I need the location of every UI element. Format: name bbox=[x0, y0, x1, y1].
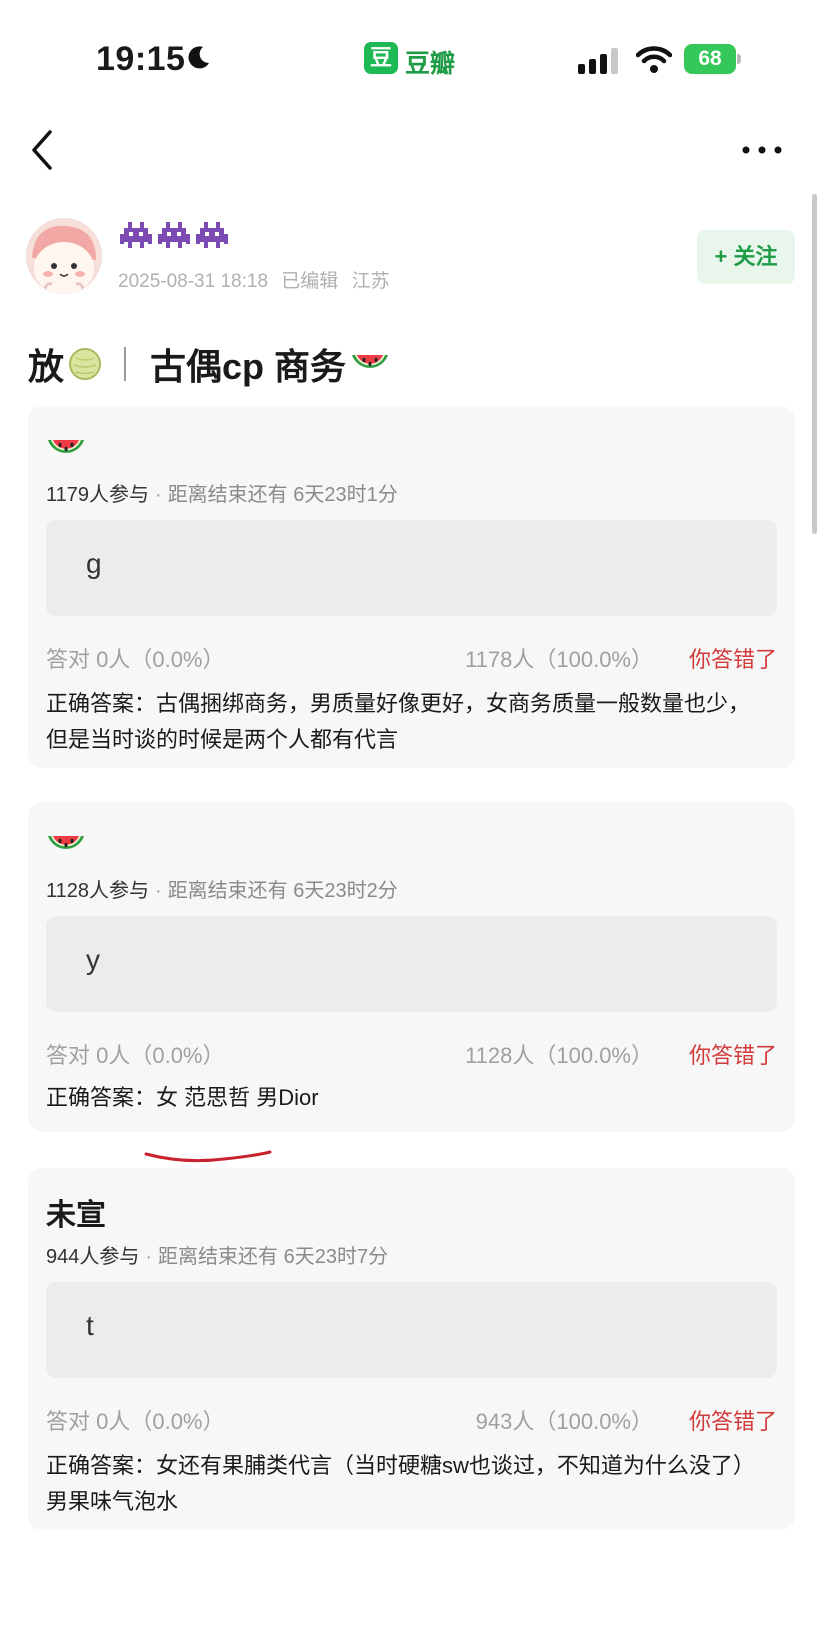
deadline: 距离结束还有 6天23时7分 bbox=[158, 1246, 389, 1268]
result-row: 答对 0人（0.0%） 1128人（100.0%） 你答错了 bbox=[46, 1038, 777, 1068]
app-name: 豆瓣 bbox=[405, 50, 456, 78]
alien-icon bbox=[120, 222, 152, 248]
melon-icon bbox=[69, 348, 102, 380]
correct-answer: 正确答案：古偶捆绑商务，男质量好像更好，女商务质量一般数量也少，但是当时谈的时候… bbox=[46, 691, 751, 752]
title-prefix: 放 bbox=[28, 346, 65, 387]
scrollbar[interactable] bbox=[812, 194, 817, 534]
poll-card: 未宣 944人参与 · 距离结束还有 6天23时7分 t 答对 0人（0.0%） 9… bbox=[28, 1168, 795, 1530]
correct-stat: 答对 0人（0.0%） bbox=[46, 1409, 225, 1434]
option-label: y bbox=[86, 944, 100, 975]
page-title: 放 古偶cp 商务 bbox=[28, 336, 390, 392]
option-label: t bbox=[86, 1310, 94, 1341]
wifi-icon bbox=[636, 46, 672, 73]
verdict-label: 你答错了 bbox=[688, 1043, 777, 1068]
wrong-stat: 1178人（100.0%） bbox=[465, 647, 653, 672]
battery-tip bbox=[737, 54, 741, 64]
wrong-stat: 943人（100.0%） bbox=[475, 1409, 653, 1434]
alien-icon bbox=[196, 222, 228, 248]
back-icon[interactable] bbox=[28, 128, 58, 172]
post-date: 2025-08-31 18:18 bbox=[118, 271, 269, 292]
status-bar: 19:15 豆 豆瓣 68 bbox=[0, 0, 825, 120]
poll-participation: 1179人参与 · 距离结束还有 6天23时1分 bbox=[46, 484, 398, 506]
app-logo-icon: 豆 bbox=[364, 42, 398, 74]
poll-heading: 未宣 bbox=[46, 1199, 106, 1232]
follow-button[interactable]: + 关注 bbox=[697, 230, 795, 284]
correct-stat: 答对 0人（0.0%） bbox=[46, 647, 225, 672]
deadline: 距离结束还有 6天23时1分 bbox=[167, 484, 398, 506]
participant-count: 944人参与 bbox=[46, 1246, 140, 1268]
handdrawn-underline bbox=[144, 1150, 272, 1163]
verdict-label: 你答错了 bbox=[688, 647, 777, 672]
option-label: g bbox=[86, 548, 102, 579]
poll-card: 1128人参与 · 距离结束还有 6天23时2分 y 答对 0人（0.0%） 112… bbox=[28, 802, 795, 1132]
signal-icon bbox=[578, 48, 618, 74]
watermelon-icon bbox=[48, 440, 84, 453]
title-divider bbox=[124, 347, 127, 381]
participant-count: 1128人参与 bbox=[46, 880, 150, 902]
post-location: 江苏 bbox=[351, 271, 390, 292]
edited-label: 已编辑 bbox=[281, 271, 339, 292]
correct-answer: 正确答案：女 范思哲 男Dior bbox=[46, 1085, 319, 1110]
poll-card: 1179人参与 · 距离结束还有 6天23时1分 g 答对 0人（0.0%） 117… bbox=[28, 406, 795, 768]
poll-option[interactable]: t bbox=[46, 1282, 777, 1378]
battery-level: 68 bbox=[684, 44, 736, 74]
correct-answer: 正确答案：女还有果脯类代言（当时硬糖sw也谈过，不知道为什么没了） 男果味气泡水 bbox=[46, 1453, 755, 1514]
result-row: 答对 0人（0.0%） 1178人（100.0%） 你答错了 bbox=[46, 642, 777, 672]
wrong-stat: 1128人（100.0%） bbox=[465, 1043, 653, 1068]
moon-icon bbox=[188, 46, 209, 69]
watermelon-icon bbox=[352, 355, 389, 368]
title-main: 古偶cp 商务 bbox=[150, 346, 347, 387]
poll-participation: 944人参与 · 距离结束还有 6天23时7分 bbox=[46, 1246, 389, 1268]
battery-icon: 68 bbox=[684, 44, 742, 74]
poll-option[interactable]: g bbox=[46, 520, 777, 616]
watermelon-icon bbox=[48, 836, 84, 849]
avatar[interactable] bbox=[26, 218, 102, 294]
result-row: 答对 0人（0.0%） 943人（100.0%） 你答错了 bbox=[46, 1404, 777, 1434]
verdict-label: 你答错了 bbox=[688, 1409, 777, 1434]
poll-participation: 1128人参与 · 距离结束还有 6天23时2分 bbox=[46, 880, 398, 902]
username[interactable] bbox=[120, 222, 228, 256]
poll-option[interactable]: y bbox=[46, 916, 777, 1012]
deadline: 距离结束还有 6天23时2分 bbox=[167, 880, 398, 902]
correct-stat: 答对 0人（0.0%） bbox=[46, 1043, 225, 1068]
more-icon[interactable] bbox=[740, 140, 784, 160]
alien-icon bbox=[158, 222, 190, 248]
avatar-image bbox=[26, 218, 102, 294]
post-meta: 2025-08-31 18:18 已编辑 江苏 bbox=[118, 266, 398, 293]
participant-count: 1179人参与 bbox=[46, 484, 150, 506]
status-time: 19:15 bbox=[96, 40, 186, 78]
